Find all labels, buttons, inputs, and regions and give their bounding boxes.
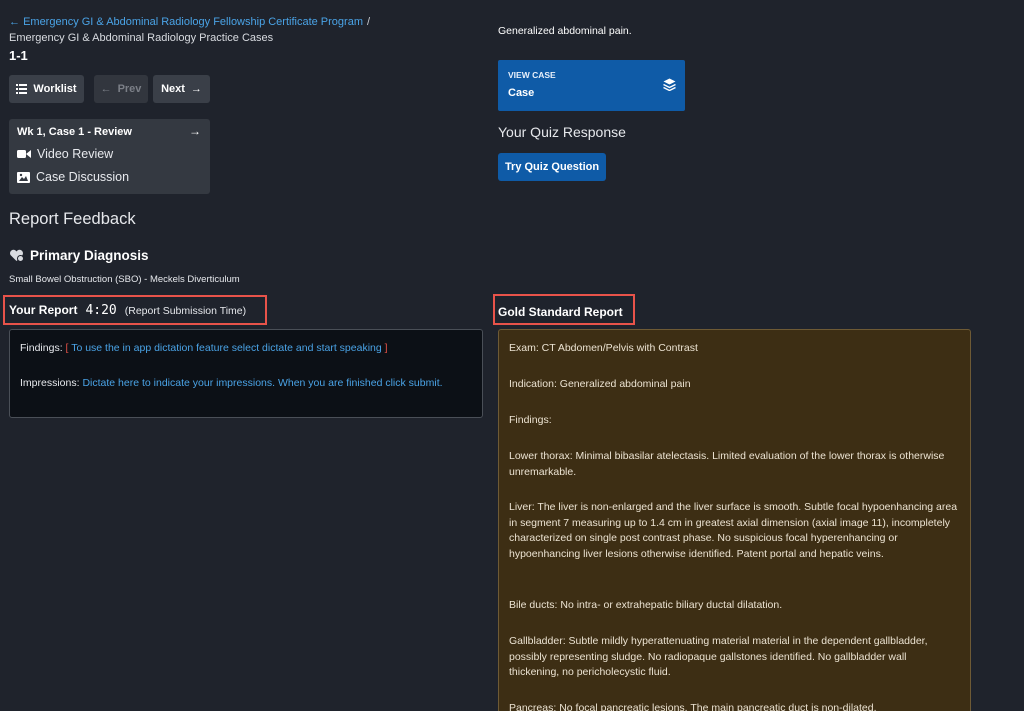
case-review-panel: Wk 1, Case 1 - Review → Video Review Cas…: [9, 119, 210, 194]
video-camera-icon: [17, 150, 31, 158]
findings-label: Findings:: [20, 342, 63, 354]
layers-icon: [663, 78, 676, 91]
gold-report-paragraph: Pancreas: No focal pancreatic lesions. T…: [509, 702, 877, 711]
arrow-left-icon: ←: [100, 83, 112, 95]
next-button[interactable]: Next →: [153, 75, 210, 103]
clinical-history: Generalized abdominal pain.: [498, 25, 632, 37]
next-label: Next: [161, 83, 185, 95]
gold-report-paragraph: Findings:: [509, 414, 552, 426]
gold-standard-title: Gold Standard Report: [498, 305, 623, 319]
arrow-left-icon: ←: [9, 16, 20, 28]
gold-report-paragraph: Exam: CT Abdomen/Pelvis with Contrast: [509, 342, 698, 354]
worklist-button[interactable]: Worklist: [9, 75, 84, 103]
primary-diagnosis-title: Primary Diagnosis: [30, 248, 149, 263]
report-submission-note: (Report Submission Time): [124, 305, 247, 317]
list-icon: [16, 84, 28, 94]
your-report-editor[interactable]: Findings: [ To use the in app dictation …: [9, 329, 483, 418]
page: ← Emergency GI & Abdominal Radiology Fel…: [0, 0, 1024, 711]
breadcrumb-back-link[interactable]: ← Emergency GI & Abdominal Radiology Fel…: [9, 16, 363, 28]
findings-line: Findings: [ To use the in app dictation …: [20, 342, 388, 354]
gold-report-paragraph: Gallbladder: Subtle mildly hyperattenuat…: [509, 635, 928, 678]
quiz-response-title: Your Quiz Response: [498, 124, 626, 140]
view-case-small-label: VIEW CASE: [508, 70, 556, 80]
report-feedback-title: Report Feedback: [9, 210, 136, 228]
your-report-header: Your Report 4:20 (Report Submission Time…: [9, 303, 246, 318]
case-number: 1-1: [9, 48, 28, 63]
impressions-line: Impressions: Dictate here to indicate yo…: [20, 377, 443, 389]
gold-report-paragraph: Liver: The liver is non-enlarged and the…: [509, 501, 958, 560]
heartbeat-icon: [10, 249, 24, 262]
gold-report-paragraph: Lower thorax: Minimal bibasilar atelecta…: [509, 450, 945, 478]
gold-standard-report[interactable]: Exam: CT Abdomen/Pelvis with Contrast In…: [498, 329, 971, 711]
video-review-label: Video Review: [37, 147, 114, 161]
video-review-link[interactable]: Video Review: [17, 147, 113, 161]
view-case-button[interactable]: VIEW CASE Case: [498, 60, 685, 111]
breadcrumb-separator: /: [367, 16, 371, 28]
prev-label: Prev: [117, 83, 142, 95]
breadcrumb-program-link[interactable]: Emergency GI & Abdominal Radiology Fello…: [23, 16, 363, 28]
report-submission-time: 4:20: [85, 303, 117, 318]
worklist-label: Worklist: [33, 83, 77, 95]
findings-bracket-open: [: [65, 342, 69, 354]
case-review-title[interactable]: Wk 1, Case 1 - Review: [17, 126, 132, 138]
prev-button[interactable]: ← Prev: [94, 75, 148, 103]
case-discussion-label: Case Discussion: [36, 170, 130, 184]
your-report-label: Your Report: [9, 303, 78, 317]
try-quiz-button[interactable]: Try Quiz Question: [498, 153, 606, 181]
arrow-right-icon[interactable]: →: [189, 124, 201, 138]
case-discussion-link[interactable]: Case Discussion: [17, 170, 129, 184]
primary-diagnosis-header: Primary Diagnosis: [9, 248, 149, 263]
impressions-dictation-field[interactable]: Dictate here to indicate your impression…: [82, 377, 442, 389]
gold-report-paragraph: Bile ducts: No intra- or extrahepatic bi…: [509, 599, 783, 611]
view-case-label: Case: [508, 87, 535, 99]
findings-bracket-close: ]: [384, 342, 388, 354]
breadcrumb-current: Emergency GI & Abdominal Radiology Pract…: [9, 32, 274, 44]
image-icon: [17, 171, 30, 183]
impressions-label: Impressions:: [20, 377, 80, 389]
arrow-right-icon: →: [190, 83, 202, 95]
breadcrumb: ← Emergency GI & Abdominal Radiology Fel…: [9, 14, 489, 46]
primary-diagnosis-value: Small Bowel Obstruction (SBO) - Meckels …: [9, 274, 240, 285]
gold-report-paragraph: Indication: Generalized abdominal pain: [509, 378, 691, 390]
findings-dictation-field[interactable]: To use the in app dictation feature sele…: [71, 342, 382, 354]
